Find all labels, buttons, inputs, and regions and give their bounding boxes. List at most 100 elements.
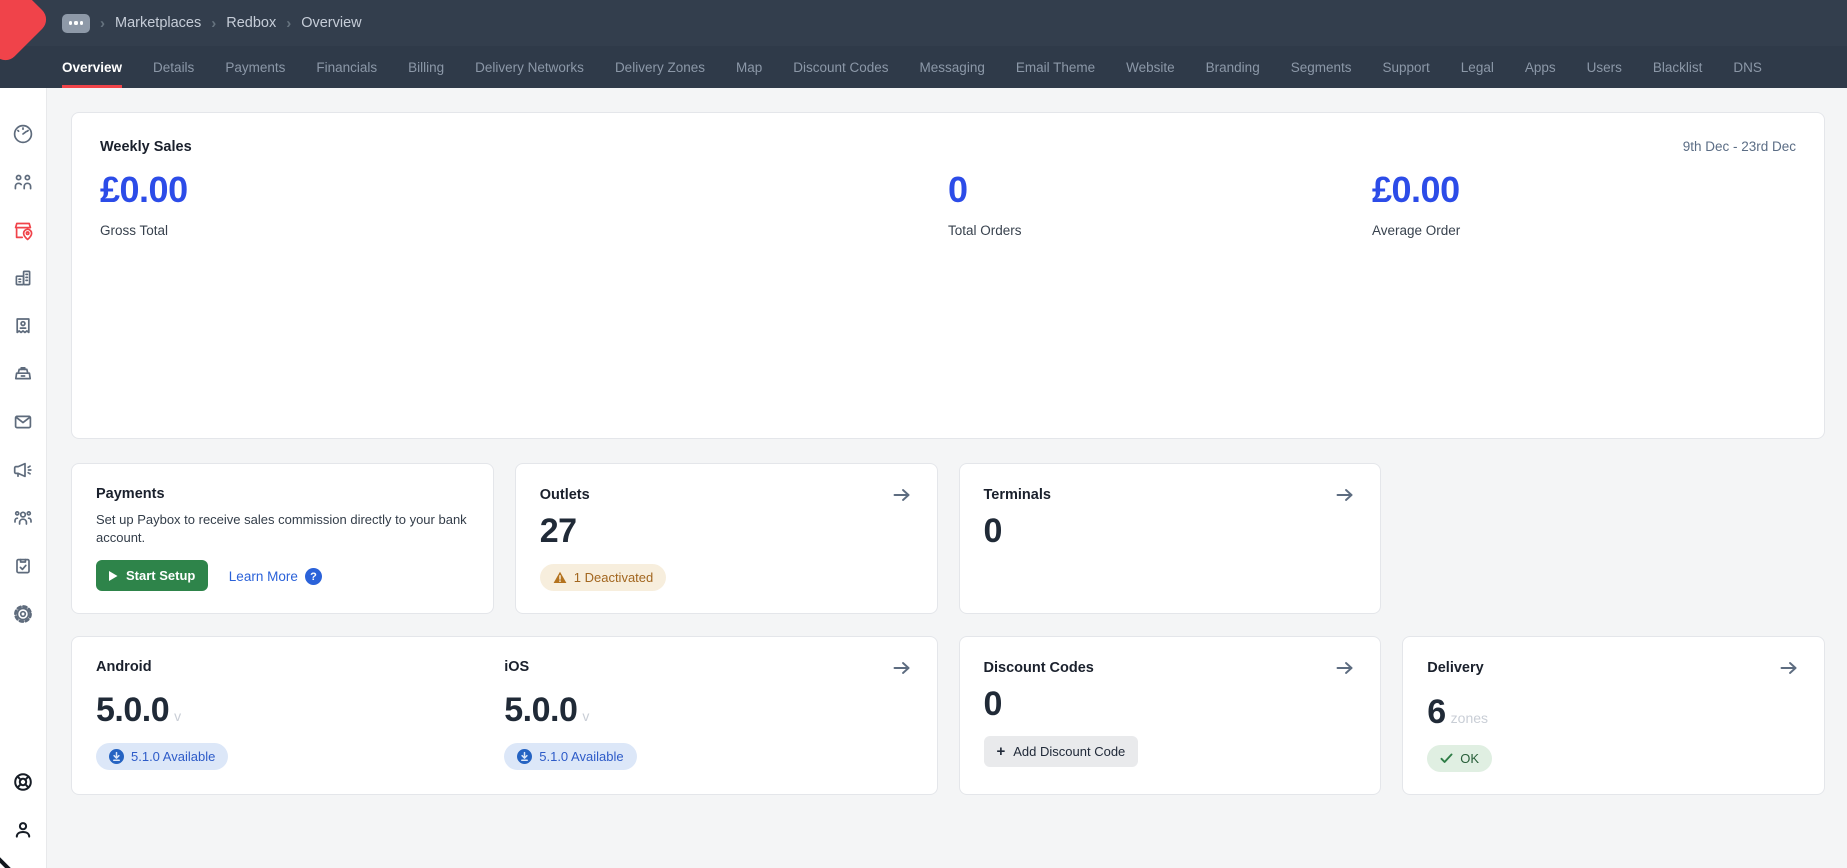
payments-card: Payments Set up Paybox to receive sales … — [71, 463, 494, 614]
tab-legal[interactable]: Legal — [1461, 46, 1494, 88]
weekly-sales-title: Weekly Sales — [100, 139, 192, 155]
terminals-title: Terminals — [984, 487, 1051, 503]
tab-details[interactable]: Details — [153, 46, 194, 88]
breadcrumb-menu-button[interactable] — [62, 14, 90, 33]
tab-billing[interactable]: Billing — [408, 46, 444, 88]
delivery-status-badge: OK — [1427, 745, 1492, 772]
settings-icon[interactable] — [0, 590, 47, 638]
tab-financials[interactable]: Financials — [316, 46, 377, 88]
outlets-value: 27 — [540, 512, 913, 551]
tasks-icon[interactable] — [0, 542, 47, 590]
ios-version-suffix: v — [582, 708, 589, 724]
tab-segments[interactable]: Segments — [1291, 46, 1352, 88]
marketing-icon[interactable] — [0, 446, 47, 494]
terminals-value: 0 — [984, 512, 1357, 551]
delivery-unit: zones — [1451, 710, 1488, 726]
delivery-value: 6 — [1427, 693, 1445, 732]
play-icon — [109, 571, 118, 581]
account-icon[interactable] — [0, 806, 47, 854]
tab-email-theme[interactable]: Email Theme — [1016, 46, 1095, 88]
apps-card: Android 5.0.0 v 5.1.0 Available iOS 5.0.… — [71, 636, 938, 795]
tab-messaging[interactable]: Messaging — [920, 46, 985, 88]
stat-average-order: £0.00 Average Order — [1372, 169, 1796, 238]
icon-sidebar — [0, 88, 47, 868]
download-icon — [517, 749, 532, 764]
breadcrumb-marketplaces[interactable]: Marketplaces — [115, 15, 201, 31]
discount-codes-arrow-icon[interactable] — [1333, 659, 1356, 677]
ios-update-badge: 5.1.0 Available — [504, 743, 636, 770]
empty-grid-cell — [1402, 463, 1825, 614]
add-discount-code-button[interactable]: + Add Discount Code — [984, 736, 1139, 767]
weekly-sales-card: Weekly Sales 9th Dec - 23rd Dec £0.00 Gr… — [71, 112, 1825, 439]
dashboard-icon[interactable] — [0, 110, 47, 158]
average-order-value: £0.00 — [1372, 169, 1796, 211]
android-update-badge: 5.1.0 Available — [96, 743, 228, 770]
chevron-right-icon: › — [211, 15, 216, 32]
android-version-suffix: v — [174, 708, 181, 724]
help-icon[interactable]: ? — [305, 568, 322, 585]
ios-section: iOS 5.0.0 v 5.1.0 Available — [504, 659, 912, 772]
terminals-card: Terminals 0 — [959, 463, 1382, 614]
discount-codes-card: Discount Codes 0 + Add Discount Code — [959, 636, 1382, 795]
tab-apps[interactable]: Apps — [1525, 46, 1556, 88]
chevron-right-icon: › — [100, 15, 105, 32]
tab-website[interactable]: Website — [1126, 46, 1175, 88]
android-version: 5.0.0 — [96, 691, 169, 730]
tab-branding[interactable]: Branding — [1206, 46, 1260, 88]
delivery-title: Delivery — [1427, 660, 1483, 676]
chevron-right-icon: › — [286, 15, 291, 32]
download-icon — [109, 749, 124, 764]
tab-payments[interactable]: Payments — [225, 46, 285, 88]
tab-support[interactable]: Support — [1383, 46, 1430, 88]
delivery-card: Delivery 6 zones OK — [1402, 636, 1825, 795]
organisations-icon[interactable] — [0, 254, 47, 302]
support-icon[interactable] — [0, 758, 47, 806]
messages-icon[interactable] — [0, 398, 47, 446]
outlets-card: Outlets 27 1 Deactivated — [515, 463, 938, 614]
breadcrumb-redbox[interactable]: Redbox — [226, 15, 276, 31]
svg-text:?: ? — [310, 571, 317, 583]
tab-overview[interactable]: Overview — [62, 46, 122, 88]
ios-title: iOS — [504, 659, 912, 675]
payments-description: Set up Paybox to receive sales commissio… — [96, 511, 469, 547]
tab-map[interactable]: Map — [736, 46, 762, 88]
tab-dns[interactable]: DNS — [1733, 46, 1762, 88]
outlets-warning-badge: 1 Deactivated — [540, 564, 667, 591]
average-order-label: Average Order — [1372, 223, 1796, 238]
outlets-arrow-icon[interactable] — [890, 486, 913, 504]
tab-blacklist[interactable]: Blacklist — [1653, 46, 1703, 88]
total-orders-value: 0 — [948, 169, 1372, 211]
warning-icon — [553, 571, 567, 584]
customers-icon[interactable] — [0, 302, 47, 350]
gross-total-label: Gross Total — [100, 223, 948, 238]
tab-delivery-zones[interactable]: Delivery Zones — [615, 46, 705, 88]
plus-icon: + — [997, 744, 1006, 759]
app-header: › Marketplaces › Redbox › Overview Overv… — [0, 0, 1847, 88]
start-setup-button[interactable]: Start Setup — [96, 560, 208, 591]
date-range: 9th Dec - 23rd Dec — [1683, 139, 1796, 154]
partners-icon[interactable] — [0, 158, 47, 206]
payments-title: Payments — [96, 486, 469, 502]
delivery-arrow-icon[interactable] — [1777, 659, 1800, 677]
terminals-arrow-icon[interactable] — [1333, 486, 1356, 504]
gross-total-value: £0.00 — [100, 169, 948, 211]
pos-icon[interactable] — [0, 350, 47, 398]
corner-mark — [0, 855, 14, 868]
discount-codes-title: Discount Codes — [984, 660, 1094, 676]
tab-bar: Overview Details Payments Financials Bil… — [0, 46, 1847, 88]
tab-discount-codes[interactable]: Discount Codes — [793, 46, 888, 88]
stat-total-orders: 0 Total Orders — [948, 169, 1372, 238]
main-content: Weekly Sales 9th Dec - 23rd Dec £0.00 Gr… — [47, 88, 1847, 868]
ios-version: 5.0.0 — [504, 691, 577, 730]
marketplaces-icon[interactable] — [0, 206, 47, 254]
learn-more-link[interactable]: Learn More ? — [229, 568, 322, 585]
breadcrumb-overview[interactable]: Overview — [301, 15, 361, 31]
breadcrumb: › Marketplaces › Redbox › Overview — [0, 0, 1847, 46]
tab-delivery-networks[interactable]: Delivery Networks — [475, 46, 584, 88]
apps-arrow-icon[interactable] — [890, 659, 913, 677]
stat-gross-total: £0.00 Gross Total — [100, 169, 948, 238]
teams-icon[interactable] — [0, 494, 47, 542]
android-title: Android — [96, 659, 504, 675]
total-orders-label: Total Orders — [948, 223, 1372, 238]
tab-users[interactable]: Users — [1587, 46, 1622, 88]
